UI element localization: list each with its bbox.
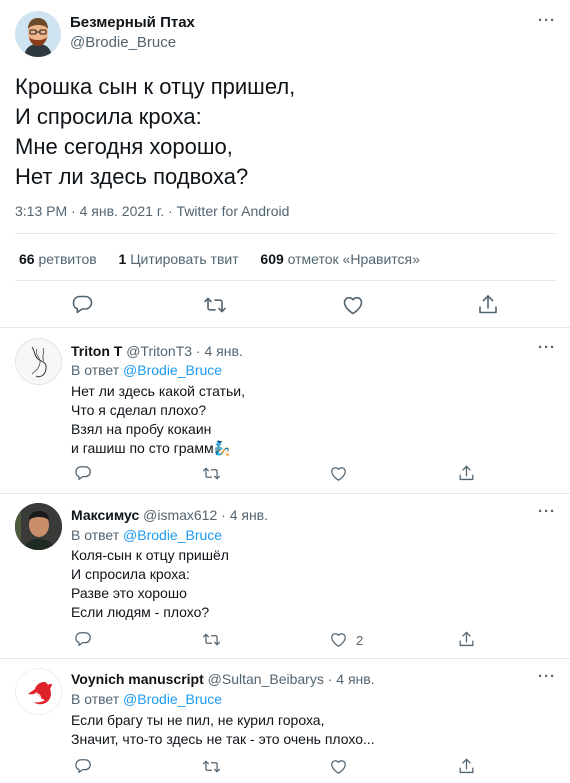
more-icon[interactable]: ··· [538,12,556,29]
reply-avatar[interactable] [15,503,62,550]
likes-count: 609 [260,251,284,267]
retweet-icon[interactable] [202,464,221,483]
reply-icon[interactable] [74,464,93,483]
divider [0,493,570,494]
like-icon[interactable] [341,293,365,317]
tweet-line: Мне сегодня хорошо, [15,134,233,159]
retweets-count: 66 [19,251,35,267]
divider [0,658,570,659]
tweet-line: Нет ли здесь подвоха? [15,164,249,189]
retweet-icon[interactable] [202,757,221,776]
retweet-icon[interactable] [202,630,221,649]
replying-to-mention[interactable]: @Brodie_Bruce [123,362,222,378]
reply-author-handle[interactable]: @ismax612 · 4 янв. [143,507,268,523]
reply-icon[interactable] [74,757,93,776]
replying-to-mention[interactable]: @Brodie_Bruce [123,527,222,543]
reply-header: Triton T @TritonT3 · 4 янв. [71,343,243,359]
likes-stat[interactable]: 609 отметок «Нравится» [260,251,420,267]
reply-text: Нет ли здесь какой статьи, Что я сделал … [71,382,541,458]
reply-author-name[interactable]: Максимус [71,507,139,523]
reply-icon[interactable] [71,293,95,317]
reply-header: Максимус @ismax612 · 4 янв. [71,507,268,523]
more-icon[interactable]: ··· [538,503,556,520]
reply-author-handle[interactable]: @TritonT3 · 4 янв. [126,343,243,359]
more-icon[interactable]: ··· [538,668,556,685]
quotes-stat[interactable]: 1 Цитировать твит [119,251,243,267]
like-icon[interactable] [329,630,348,649]
author-name[interactable]: Безмерный Птах [70,14,195,31]
replying-to: В ответ @Brodie_Bruce [71,691,222,707]
quotes-count: 1 [118,251,127,267]
like-icon[interactable] [329,464,348,483]
share-icon[interactable] [457,757,476,776]
reply-text: Коля-сын к отцу пришёл И спросила кроха:… [71,547,229,620]
replying-to-mention[interactable]: @Brodie_Bruce [123,691,222,707]
divider [15,280,556,281]
share-icon[interactable] [457,630,476,649]
author-handle[interactable]: @Brodie_Bruce [70,34,176,51]
divider [15,233,556,234]
retweet-icon[interactable] [203,293,227,317]
tweet-text: Крошка сын к отцу пришел, И спросила кро… [15,72,555,192]
replying-to: В ответ @Brodie_Bruce [71,362,222,378]
reply-header: Voynich manuscript @Sultan_Beibarys · 4 … [71,671,375,687]
likes-label: отметок «Нравится» [287,251,420,267]
reply-icon[interactable] [74,630,93,649]
share-icon[interactable] [457,464,476,483]
replying-to: В ответ @Brodie_Bruce [71,527,222,543]
tweet-stats: 66 ретвитов 1 Цитировать твит 609 отмето… [19,251,420,267]
like-count: 2 [356,633,364,648]
retweets-stat[interactable]: 66 ретвитов [19,251,101,267]
replying-to-label: В ответ [71,691,120,707]
replying-to-label: В ответ [71,362,120,378]
retweets-label: ретвитов [38,251,97,267]
quotes-label: Цитировать твит [130,251,239,267]
share-icon[interactable] [476,293,500,317]
reply-author-name[interactable]: Voynich manuscript [71,671,204,687]
tweet-meta[interactable]: 3:13 PM · 4 янв. 2021 г. · Twitter for A… [15,203,289,219]
reply-author-name[interactable]: Triton T [71,343,122,359]
like-icon[interactable] [329,757,348,776]
tweet-line: Крошка сын к отцу пришел, [15,74,296,99]
reply-avatar[interactable] [15,668,62,715]
reply-avatar[interactable] [15,338,62,385]
genie-emoji: 🧞 [213,440,232,456]
author-avatar[interactable] [15,11,61,57]
replying-to-label: В ответ [71,527,120,543]
tweet-line: И спросила кроха: [15,104,202,129]
reply-author-handle[interactable]: @Sultan_Beibarys · 4 янв. [208,671,375,687]
reply-text: Если брагу ты не пил, не курил гороха, З… [71,712,375,747]
more-icon[interactable]: ··· [538,339,556,356]
divider [0,327,570,328]
